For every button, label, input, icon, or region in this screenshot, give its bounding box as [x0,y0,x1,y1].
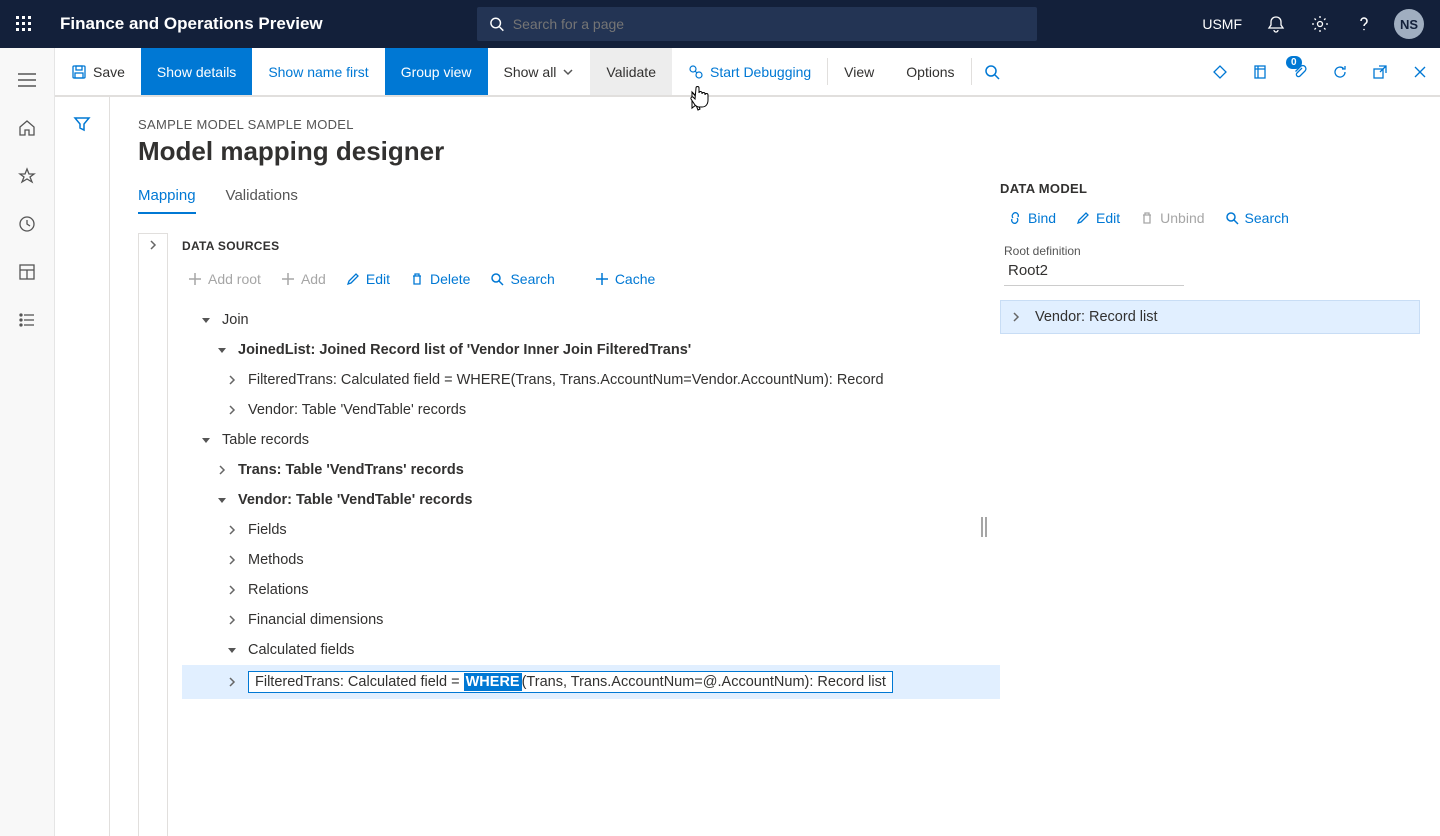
edit-button[interactable]: Edit [346,271,390,287]
debug-icon [688,64,704,80]
hamburger-icon[interactable] [0,60,55,100]
group-view-button[interactable]: Group view [385,48,488,95]
dm-tree-node-label: Vendor: Record list [1035,309,1158,325]
add-root-button: Add root [188,271,261,287]
plus-icon [595,272,609,286]
workspaces-icon[interactable] [0,252,55,292]
show-all-dropdown[interactable]: Show all [488,48,591,95]
close-icon[interactable] [1400,48,1440,95]
cache-button[interactable]: Cache [595,271,655,287]
tab-validations[interactable]: Validations [226,187,298,214]
add-button: Add [281,271,326,287]
root-definition-label: Root definition [1004,244,1420,258]
page-title: Model mapping designer [138,136,1000,167]
left-nav-rail [0,48,55,836]
delete-button[interactable]: Delete [410,271,470,287]
tree-node-relations[interactable]: Relations [182,575,1000,605]
chevron-right-icon [1011,312,1021,322]
popout-icon[interactable] [1360,48,1400,95]
command-bar: Save Show details Show name first Group … [55,48,1440,96]
show-name-first-button[interactable]: Show name first [252,48,384,95]
view-menu[interactable]: View [828,48,890,95]
trash-icon [410,272,424,286]
start-debugging-button[interactable]: Start Debugging [672,48,827,95]
show-details-button[interactable]: Show details [141,48,252,95]
breadcrumb: SAMPLE MODEL SAMPLE MODEL [138,117,1000,132]
tab-mapping[interactable]: Mapping [138,187,196,214]
options-menu[interactable]: Options [890,48,970,95]
pencil-icon [346,272,360,286]
start-debugging-label: Start Debugging [710,64,811,80]
dm-search-button[interactable]: Search [1225,210,1289,226]
show-all-label: Show all [504,64,557,80]
home-icon[interactable] [0,108,55,148]
splitter-handle[interactable] [980,517,988,537]
search-button[interactable]: Search [490,271,554,287]
dm-edit-button[interactable]: Edit [1076,210,1120,226]
tabs: Mapping Validations [138,187,1000,215]
company-selector[interactable]: USMF [1192,16,1252,32]
data-sources-toolbar: Add root Add Edit Delete [182,267,1000,299]
tree-node-calculated-fields[interactable]: Calculated fields [182,635,1000,665]
global-header: Finance and Operations Preview USMF NS [0,0,1440,48]
trash-icon [1140,211,1154,225]
tree-node-joinedlist[interactable]: JoinedList: Joined Record list of 'Vendo… [182,335,1000,365]
notification-icon[interactable] [1256,0,1296,48]
tree-node-filteredtrans-join[interactable]: FilteredTrans: Calculated field = WHERE(… [182,365,1000,395]
save-label: Save [93,64,125,80]
save-button[interactable]: Save [55,48,141,95]
tree-node-join[interactable]: Join [182,305,1000,335]
filter-pane-toggle[interactable] [55,97,110,836]
search-icon [1225,211,1239,225]
tree-node-vendor[interactable]: Vendor: Table 'VendTable' records [182,485,1000,515]
link-icon [1008,211,1022,225]
refresh-icon[interactable] [1320,48,1360,95]
user-avatar[interactable]: NS [1394,9,1424,39]
search-icon [489,16,504,32]
tree-node-financial-dimensions[interactable]: Financial dimensions [182,605,1000,635]
tree-node-trans[interactable]: Trans: Table 'VendTrans' records [182,455,1000,485]
data-model-header: DATA MODEL [1000,181,1420,196]
data-model-toolbar: Bind Edit Unbind Search [1000,196,1420,238]
command-search-icon[interactable] [972,48,1012,95]
help-icon[interactable] [1344,0,1384,48]
unbind-button: Unbind [1140,210,1204,226]
favorites-icon[interactable] [0,156,55,196]
data-source-types-collapsed[interactable] [138,233,168,836]
tree-node-methods[interactable]: Methods [182,545,1000,575]
global-search[interactable] [477,7,1037,41]
tree-node-text: FilteredTrans: Calculated field = WHERE(… [248,671,893,693]
app-title: Finance and Operations Preview [60,14,323,34]
data-sources-tree: Join JoinedList: Joined Record list of '… [182,299,1000,699]
data-model-panel: DATA MODEL Bind Edit Unbind Search Root … [1000,97,1440,836]
tree-node-filteredtrans-selected[interactable]: FilteredTrans: Calculated field = WHERE(… [182,665,1000,699]
clipboard-icon[interactable] [1200,48,1240,95]
app-launcher-icon[interactable] [0,0,48,48]
tree-node-fields[interactable]: Fields [182,515,1000,545]
attachments-icon[interactable]: 0 [1280,48,1320,95]
pencil-icon [1076,211,1090,225]
search-icon [490,272,504,286]
bind-button[interactable]: Bind [1008,210,1056,226]
root-definition-value[interactable]: Root2 [1004,258,1184,286]
dm-tree-node-vendor[interactable]: Vendor: Record list [1000,300,1420,334]
filter-icon [73,115,91,133]
chevron-down-icon [562,66,574,78]
global-search-input[interactable] [513,16,1026,32]
recent-icon[interactable] [0,204,55,244]
tree-node-table-records[interactable]: Table records [182,425,1000,455]
attachments-badge: 0 [1286,56,1302,69]
open-in-office-icon[interactable] [1240,48,1280,95]
main-panel: SAMPLE MODEL SAMPLE MODEL Model mapping … [110,97,1000,836]
data-sources-header: DATA SOURCES [182,233,1000,267]
tree-node-vendor-join[interactable]: Vendor: Table 'VendTable' records [182,395,1000,425]
page-content: SAMPLE MODEL SAMPLE MODEL Model mapping … [55,96,1440,836]
modules-icon[interactable] [0,300,55,340]
chevron-right-icon [148,240,158,250]
validate-button[interactable]: Validate [590,48,672,95]
settings-icon[interactable] [1300,0,1340,48]
